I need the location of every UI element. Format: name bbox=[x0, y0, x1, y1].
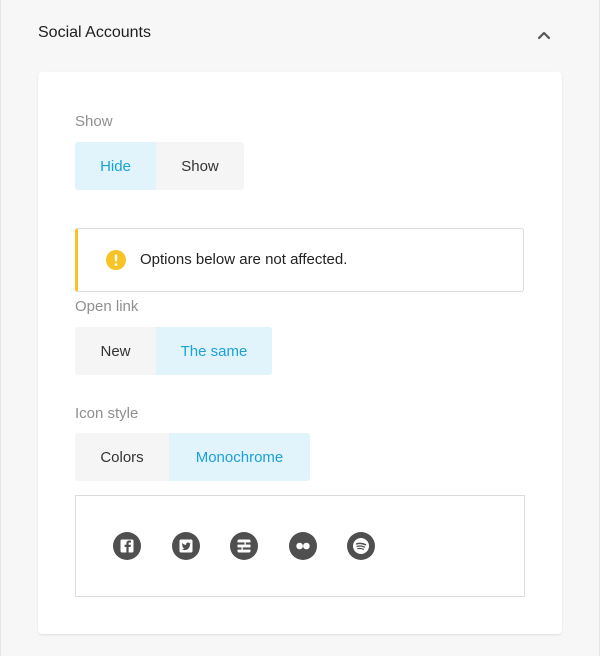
spotify-icon[interactable] bbox=[347, 532, 375, 560]
notice-text: Options below are not affected. bbox=[140, 251, 348, 268]
warning-icon bbox=[106, 250, 126, 270]
open-link-option-new[interactable]: New bbox=[75, 327, 156, 375]
panel-header[interactable]: Social Accounts bbox=[0, 0, 600, 70]
settings-card: Show Hide Show Options below are not aff… bbox=[38, 72, 562, 634]
facebook-icon[interactable] bbox=[113, 532, 141, 560]
icon-style-segmented-control: Colors Monochrome bbox=[75, 433, 310, 481]
chevron-up-icon bbox=[537, 31, 551, 40]
xing-icon[interactable] bbox=[230, 532, 258, 560]
show-label: Show bbox=[75, 113, 113, 130]
social-icons-preview bbox=[75, 495, 525, 597]
icon-style-label: Icon style bbox=[75, 405, 139, 422]
icon-style-option-monochrome[interactable]: Monochrome bbox=[169, 433, 310, 481]
twitter-icon[interactable] bbox=[172, 532, 200, 560]
collapse-button[interactable] bbox=[530, 22, 558, 48]
icon-style-option-colors[interactable]: Colors bbox=[75, 433, 169, 481]
show-option-hide[interactable]: Hide bbox=[75, 142, 156, 190]
notice-box: Options below are not affected. bbox=[75, 228, 524, 292]
open-link-label: Open link bbox=[75, 298, 139, 315]
show-segmented-control: Hide Show bbox=[75, 142, 244, 190]
open-link-option-same[interactable]: The same bbox=[156, 327, 272, 375]
panel-border-left bbox=[0, 0, 1, 656]
open-link-segmented-control: New The same bbox=[75, 327, 272, 375]
flickr-icon[interactable] bbox=[289, 532, 317, 560]
show-option-show[interactable]: Show bbox=[156, 142, 244, 190]
panel-title: Social Accounts bbox=[38, 24, 151, 41]
